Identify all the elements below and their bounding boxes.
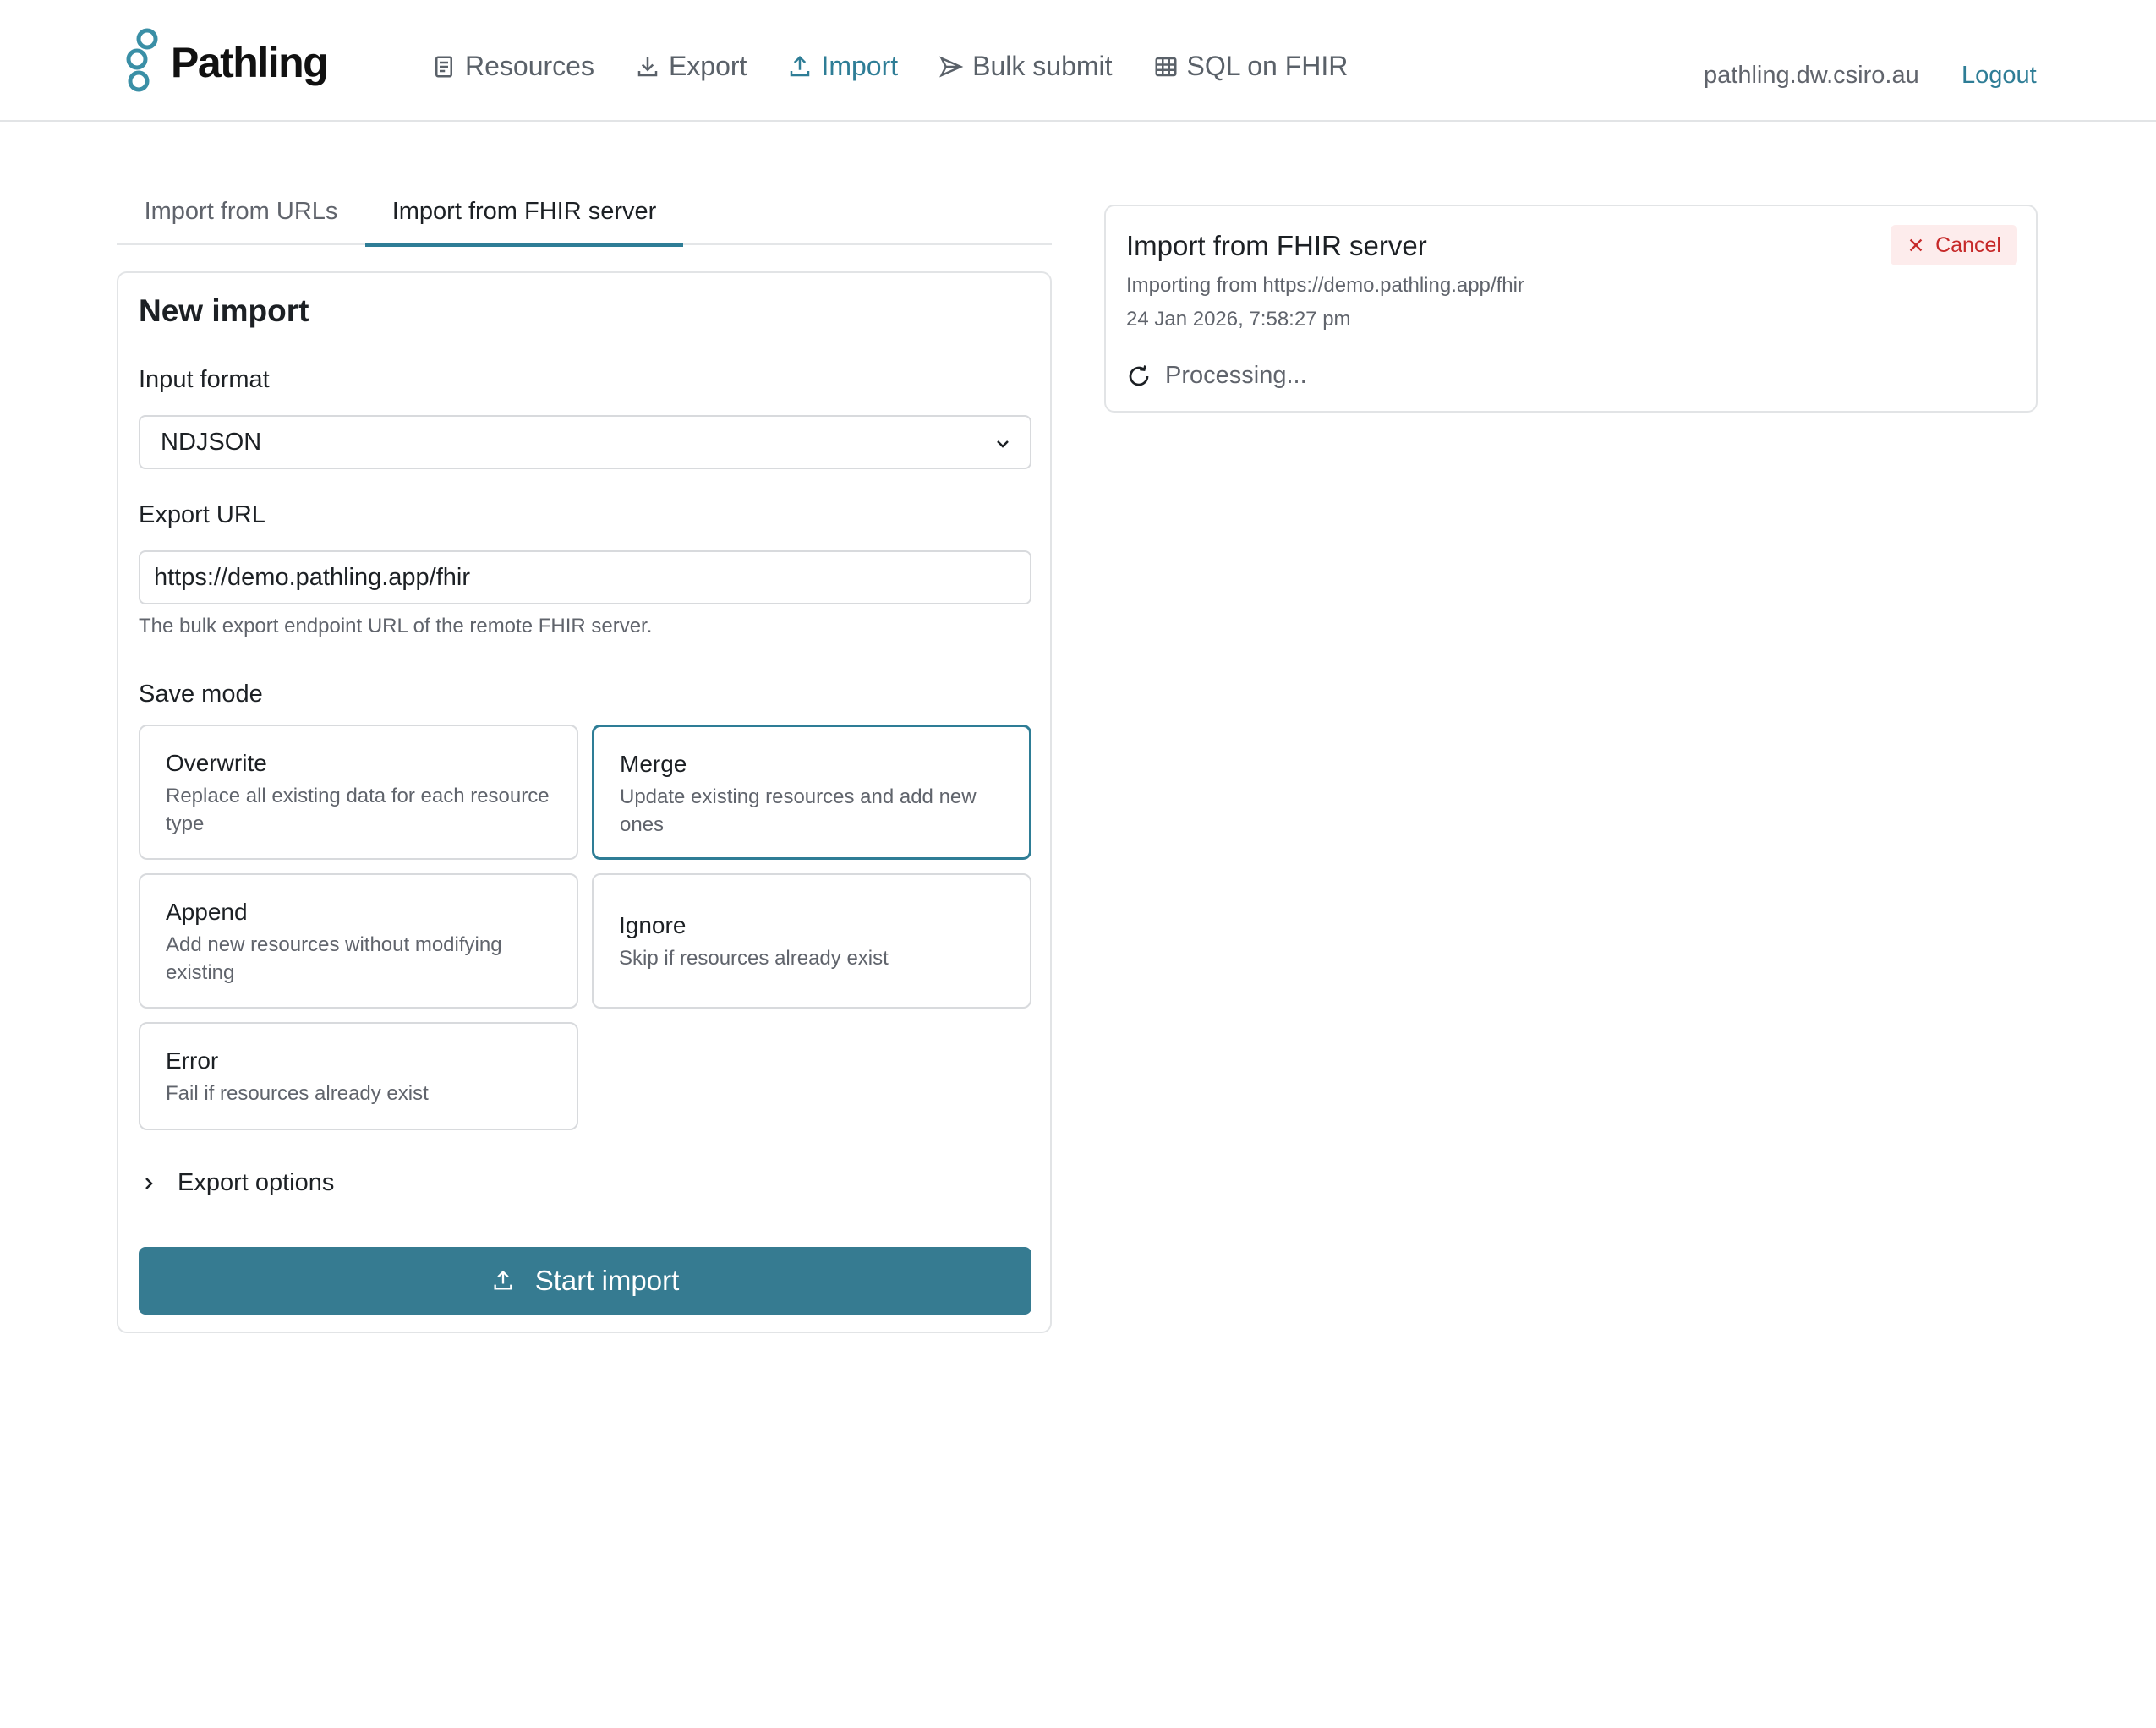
upload-icon	[791, 55, 810, 76]
save-mode-label: Save mode	[139, 681, 263, 708]
document-icon	[435, 56, 452, 77]
send-icon	[939, 55, 964, 78]
chevron-down-icon	[997, 440, 1009, 448]
status-timestamp: 24 Jan 2026, 7:58:27 pm	[1126, 308, 1351, 331]
nav-export-label: Export	[668, 51, 747, 81]
nav-bulk-submit-label: Bulk submit	[972, 51, 1113, 81]
save-mode-desc: Update existing resources and add new on…	[620, 785, 977, 836]
upload-icon	[494, 1270, 512, 1290]
new-import-card: New import Input format NDJSON Export UR…	[117, 271, 1052, 1333]
chevron-right-icon	[145, 1177, 153, 1189]
nav-import-label: Import	[821, 51, 899, 81]
save-mode-title: Overwrite	[166, 750, 267, 776]
save-mode-desc: Replace all existing data for each resou…	[166, 785, 550, 835]
save-mode-title: Error	[166, 1047, 219, 1074]
status-processing: Processing...	[1126, 362, 1307, 390]
close-icon	[1909, 238, 1923, 252]
input-format-value: NDJSON	[161, 428, 262, 456]
start-import-label: Start import	[534, 1265, 680, 1296]
export-options-toggle[interactable]: Export options	[139, 1169, 334, 1197]
export-url-label: Export URL	[139, 501, 265, 528]
import-tabs: Import from URLs Import from FHIR server	[117, 191, 1052, 247]
nav-import[interactable]: Import	[787, 51, 898, 82]
cancel-button[interactable]: Cancel	[1891, 225, 2017, 265]
tab-import-from-fhir-server[interactable]: Import from FHIR server	[365, 191, 683, 247]
export-options-label: Export options	[178, 1169, 335, 1196]
refresh-icon	[1129, 364, 1149, 386]
pathling-logo-icon	[126, 28, 158, 92]
nav-bulk-submit[interactable]: Bulk submit	[938, 51, 1113, 82]
nav-resources[interactable]: Resources	[431, 51, 594, 82]
pathling-logo[interactable]: Pathling	[122, 20, 329, 101]
status-source: Importing from https://demo.pathling.app…	[1126, 274, 1524, 297]
tab-import-from-urls[interactable]: Import from URLs	[117, 191, 365, 245]
start-import-button[interactable]: Start import	[139, 1247, 1031, 1315]
save-mode-ignore[interactable]: Ignore Skip if resources already exist	[592, 873, 1031, 1009]
brand-name: Pathling	[171, 39, 329, 86]
server-host: pathling.dw.csiro.au	[1704, 62, 1919, 89]
cancel-label: Cancel	[1935, 232, 2001, 257]
nav-sql-on-fhir-label: SQL on FHIR	[1186, 51, 1349, 81]
input-format-select[interactable]: NDJSON	[139, 415, 1031, 469]
export-url-help: The bulk export endpoint URL of the remo…	[139, 615, 653, 637]
input-format-label: Input format	[139, 366, 270, 393]
save-mode-append[interactable]: Append Add new resources without modifyi…	[139, 873, 578, 1009]
save-mode-overwrite[interactable]: Overwrite Replace all existing data for …	[139, 725, 578, 860]
card-title: New import	[139, 293, 309, 328]
nav-resources-label: Resources	[465, 51, 594, 81]
save-mode-error[interactable]: Error Fail if resources already exist	[139, 1022, 578, 1130]
main-nav: Resources Export Import Bulk submit SQL …	[431, 51, 1388, 82]
save-mode-desc: Add new resources without modifying exis…	[166, 933, 502, 984]
import-status-card: Import from FHIR server Cancel Importing…	[1104, 205, 2038, 413]
nav-export[interactable]: Export	[635, 51, 747, 82]
app-header: Pathling Resources Export Import Bulk su…	[0, 0, 2156, 122]
save-mode-title: Merge	[620, 751, 687, 777]
save-mode-title: Append	[166, 899, 248, 925]
table-icon	[1155, 57, 1177, 76]
logout-link[interactable]: Logout	[1962, 62, 2037, 90]
status-title: Import from FHIR server	[1126, 230, 1427, 261]
save-mode-desc: Skip if resources already exist	[619, 947, 889, 970]
export-url-input[interactable]: https://demo.pathling.app/fhir	[139, 550, 1031, 604]
save-mode-title: Ignore	[619, 912, 687, 938]
save-mode-desc: Fail if resources already exist	[166, 1082, 429, 1105]
processing-label: Processing...	[1165, 362, 1307, 389]
save-mode-merge[interactable]: Merge Update existing resources and add …	[592, 725, 1031, 860]
download-icon	[637, 57, 658, 76]
export-url-value: https://demo.pathling.app/fhir	[154, 563, 471, 591]
nav-sql-on-fhir[interactable]: SQL on FHIR	[1153, 51, 1349, 82]
